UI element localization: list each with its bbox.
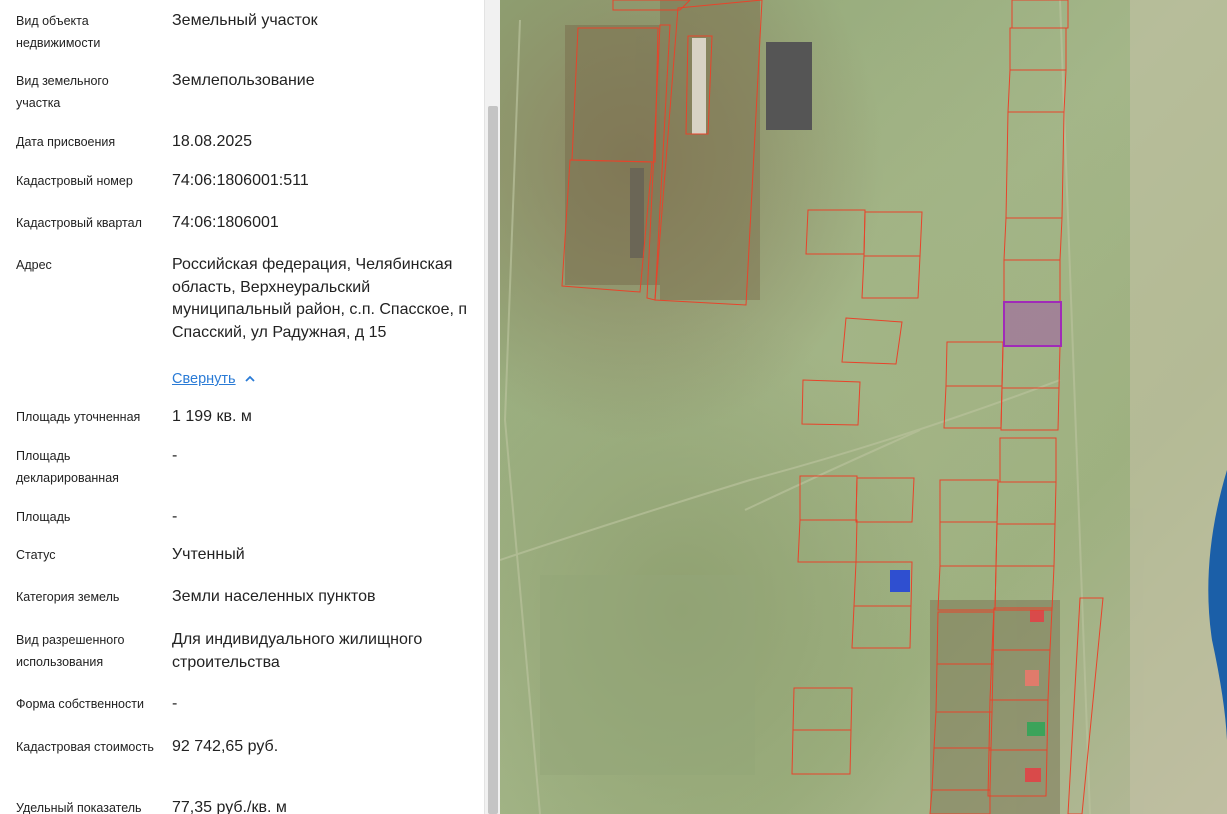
value-cadastral-cost: 92 742,65 руб. [172,738,279,755]
value-object-type: Земельный участок [172,12,318,29]
value-address: Российская федерация, Челябинская област… [172,256,468,341]
label-object-type: Вид объекта недвижимости [16,14,101,50]
collapse-label: Свернуть [172,371,236,387]
label-permitted-use: Вид разрешенного использования [16,633,125,669]
label-cadastral-quarter: Кадастровый квартал [16,216,142,230]
label-ownership: Форма собственности [16,697,144,711]
label-area-declared: Площадь декларированная [16,449,119,485]
label-address: Адрес [16,258,52,272]
label-cadastral-number: Кадастровый номер [16,174,133,188]
value-area-declared: - [172,447,178,464]
property-info-panel: Вид объекта недвижимости Земельный участ… [0,0,484,814]
chevron-up-icon[interactable] [244,373,256,385]
label-area-specified: Площадь уточненная [16,410,141,424]
label-area: Площадь [16,510,71,524]
label-cadastral-cost: Кадастровая стоимость [16,740,154,754]
collapse-address-link[interactable]: Свернуть [172,369,236,389]
map-overlay[interactable] [500,0,1227,814]
satellite-map[interactable] [500,0,1227,814]
value-cadastral-number[interactable]: 74:06:1806001:511 [172,170,472,193]
label-land-category: Категория земель [16,590,120,604]
label-specific-rate: Удельный показатель [16,801,142,814]
value-area: - [172,508,178,525]
value-land-type: Землепользование [172,72,315,89]
value-permitted-use: Для индивидуального жилищного строительс… [172,631,423,671]
value-assign-date: 18.08.2025 [172,133,253,150]
label-land-type: Вид земельного участка [16,74,109,110]
selected-parcel[interactable] [1003,301,1062,347]
value-land-category: Земли населенных пунктов [172,588,376,605]
terrain-layer [540,0,1227,814]
scrollbar-thumb[interactable] [488,106,498,814]
label-status: Статус [16,548,56,562]
label-assign-date: Дата присвоения [16,135,116,149]
value-specific-rate: 77,35 руб./кв. м [172,799,287,814]
panel-scrollbar[interactable] [484,0,500,814]
value-cadastral-quarter[interactable]: 74:06:1806001 [172,212,472,235]
value-status: Учтенный [172,546,245,563]
value-ownership: - [172,695,178,712]
value-area-specified: 1 199 кв. м [172,408,252,425]
